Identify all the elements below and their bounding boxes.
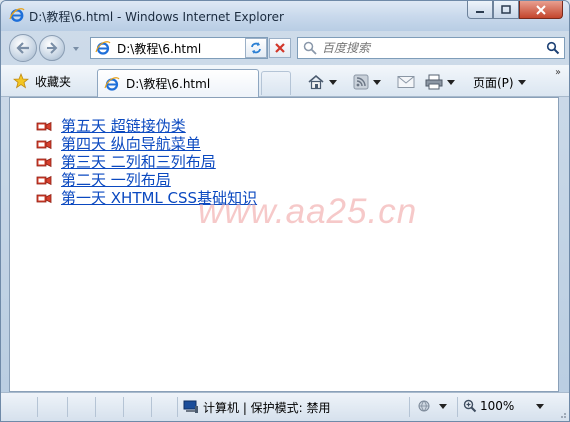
- page-menu-button[interactable]: 页面(P): [473, 73, 526, 91]
- list-item: 第三天 二列和三列布局: [36, 153, 257, 171]
- chevron-down-icon: [329, 79, 337, 85]
- chevron-down-icon: [536, 403, 545, 409]
- video-camera-icon: [36, 193, 52, 204]
- status-bar: 计算机 | 保护模式: 禁用 100%: [1, 392, 569, 421]
- changes-button[interactable]: [417, 399, 447, 413]
- status-divider: [151, 397, 152, 417]
- refresh-icon: [251, 42, 261, 54]
- security-zone[interactable]: 计算机 | 保护模式: 禁用: [183, 399, 331, 415]
- watermark: www.aa25.cn: [198, 192, 418, 231]
- ie-logo-icon: [9, 8, 25, 22]
- forward-button[interactable]: [39, 35, 65, 61]
- status-divider: [67, 397, 68, 417]
- arrow-right-icon: [47, 42, 58, 54]
- link-day-four[interactable]: 第四天 纵向导航菜单: [61, 135, 201, 153]
- stop-icon: [275, 43, 285, 53]
- status-divider: [95, 397, 96, 417]
- zone-text: 计算机 | 保护模式: 禁用: [203, 400, 331, 415]
- title-bar[interactable]: D:\教程\6.html - Windows Internet Explorer: [1, 1, 569, 31]
- recent-pages-dropdown-icon[interactable]: [71, 44, 81, 54]
- printer-icon: [425, 74, 443, 90]
- zoom-control[interactable]: 100%: [463, 399, 545, 413]
- command-bar: 收藏夹 D:\教程\6.html 页面(P) ››: [1, 65, 569, 97]
- favorites-button[interactable]: 收藏夹: [9, 71, 75, 91]
- search-input[interactable]: [322, 41, 542, 55]
- new-tab-button[interactable]: [261, 71, 291, 95]
- close-icon: [536, 4, 546, 15]
- feeds-button[interactable]: [353, 73, 381, 91]
- search-icon: [546, 41, 560, 55]
- status-divider: [177, 397, 178, 417]
- back-button[interactable]: [9, 34, 37, 62]
- video-camera-icon: [36, 139, 52, 150]
- chevron-down-icon: [517, 79, 526, 85]
- address-text[interactable]: D:\教程\6.html: [117, 40, 253, 57]
- maximize-button[interactable]: [493, 1, 519, 19]
- page-menu-label: 页面(P): [473, 75, 514, 90]
- status-divider: [37, 397, 38, 417]
- stop-button[interactable]: [269, 38, 291, 58]
- print-button[interactable]: [425, 73, 455, 91]
- home-button[interactable]: [307, 73, 337, 91]
- link-day-two[interactable]: 第二天 一列布局: [61, 171, 171, 189]
- arrow-left-icon: [16, 42, 29, 54]
- tab-current-page[interactable]: D:\教程\6.html: [97, 69, 259, 97]
- list-item: 第四天 纵向导航菜单: [36, 135, 257, 153]
- address-bar[interactable]: D:\教程\6.html: [90, 37, 268, 59]
- link-day-five[interactable]: 第五天 超链接伪类: [61, 117, 186, 135]
- ie-page-icon: [95, 41, 111, 55]
- page-content: 第五天 超链接伪类 第四天 纵向导航菜单 第三天 二列和三列布局 第二天 一列布…: [9, 97, 559, 392]
- chevron-down-icon: [439, 403, 447, 409]
- search-box[interactable]: [297, 37, 565, 59]
- video-camera-icon: [36, 175, 52, 186]
- minimize-button[interactable]: [467, 1, 493, 19]
- zoom-icon: [463, 399, 477, 413]
- home-icon: [308, 74, 324, 90]
- ie-window: D:\教程\6.html - Windows Internet Explorer: [0, 0, 570, 422]
- baidu-search-engine-icon: [303, 41, 317, 55]
- status-divider: [123, 397, 124, 417]
- video-camera-icon: [36, 157, 52, 168]
- status-divider: [457, 397, 458, 417]
- navigation-bar: D:\教程\6.html: [1, 31, 569, 65]
- read-mail-button[interactable]: [397, 73, 415, 91]
- close-button[interactable]: [519, 1, 563, 19]
- link-day-three[interactable]: 第三天 二列和三列布局: [61, 153, 216, 171]
- ie-page-icon: [104, 76, 120, 91]
- chevron-down-icon: [447, 79, 455, 85]
- favorites-label: 收藏夹: [35, 74, 72, 89]
- zoom-level: 100%: [480, 399, 515, 413]
- chevron-down-icon: [373, 79, 381, 85]
- toolbar-overflow-chevron-icon[interactable]: ››: [555, 67, 561, 78]
- computer-icon: [183, 400, 198, 413]
- globe-lock-icon: [418, 400, 430, 412]
- mail-icon: [397, 76, 415, 88]
- search-button[interactable]: [542, 38, 564, 58]
- refresh-button[interactable]: [245, 38, 267, 58]
- list-item: 第五天 超链接伪类: [36, 117, 257, 135]
- resize-grip-icon[interactable]: [557, 409, 567, 419]
- star-icon: [13, 73, 29, 89]
- list-item: 第二天 一列布局: [36, 171, 257, 189]
- minimize-icon: [476, 10, 484, 13]
- tab-label: D:\教程\6.html: [126, 77, 211, 91]
- status-divider: [409, 397, 410, 417]
- maximize-icon: [501, 4, 511, 14]
- rss-feed-icon: [353, 74, 369, 90]
- video-camera-icon: [36, 121, 52, 132]
- window-title: D:\教程\6.html - Windows Internet Explorer: [29, 10, 284, 24]
